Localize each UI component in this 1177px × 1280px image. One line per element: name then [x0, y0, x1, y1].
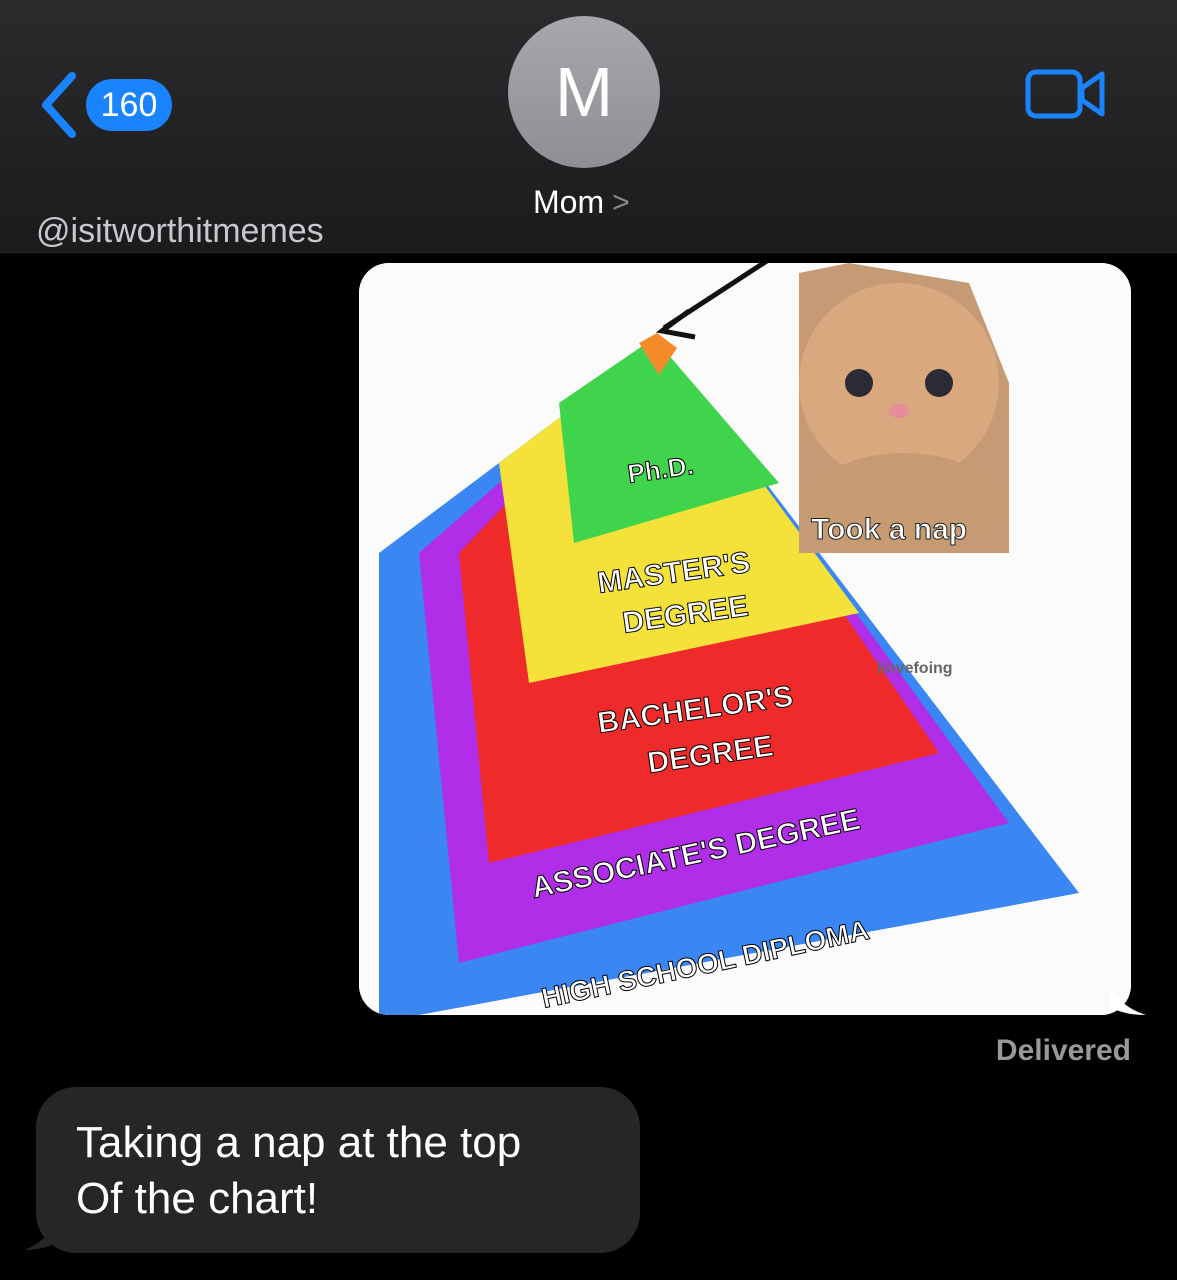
video-camera-icon — [1025, 69, 1105, 119]
message-line: Taking a nap at the top — [76, 1118, 522, 1167]
watermark-text: @isitworthitmemes — [36, 212, 324, 250]
cat-caption: Took a nap — [811, 513, 967, 546]
image-message[interactable]: Took a nap ilovefoing Ph.D. MASTER'S DEG… — [359, 263, 1131, 1015]
unread-count-badge: 160 — [86, 79, 172, 131]
chevron-right-icon: > — [612, 185, 630, 219]
message-line: Of the chart! — [76, 1174, 319, 1223]
delivery-status: Delivered — [995, 1034, 1131, 1067]
bubble-tail-outgoing — [1110, 985, 1146, 1015]
pyramid-meme-image: Took a nap ilovefoing Ph.D. MASTER'S DEG… — [359, 263, 1131, 1015]
chevron-left-icon — [42, 72, 76, 138]
contact-name-button[interactable]: Mom > — [533, 184, 630, 221]
avatar-initial: M — [554, 53, 614, 131]
contact-name: Mom — [533, 184, 605, 220]
incoming-message-bubble[interactable]: Taking a nap at the top Of the chart! — [36, 1087, 640, 1253]
cat-image — [799, 263, 1009, 553]
video-call-button[interactable] — [1024, 66, 1108, 127]
back-button[interactable]: 160 — [38, 72, 172, 138]
bubble-tail-incoming — [24, 1206, 62, 1250]
image-watermark: ilovefoing — [877, 660, 953, 677]
avatar[interactable]: M — [508, 16, 660, 168]
